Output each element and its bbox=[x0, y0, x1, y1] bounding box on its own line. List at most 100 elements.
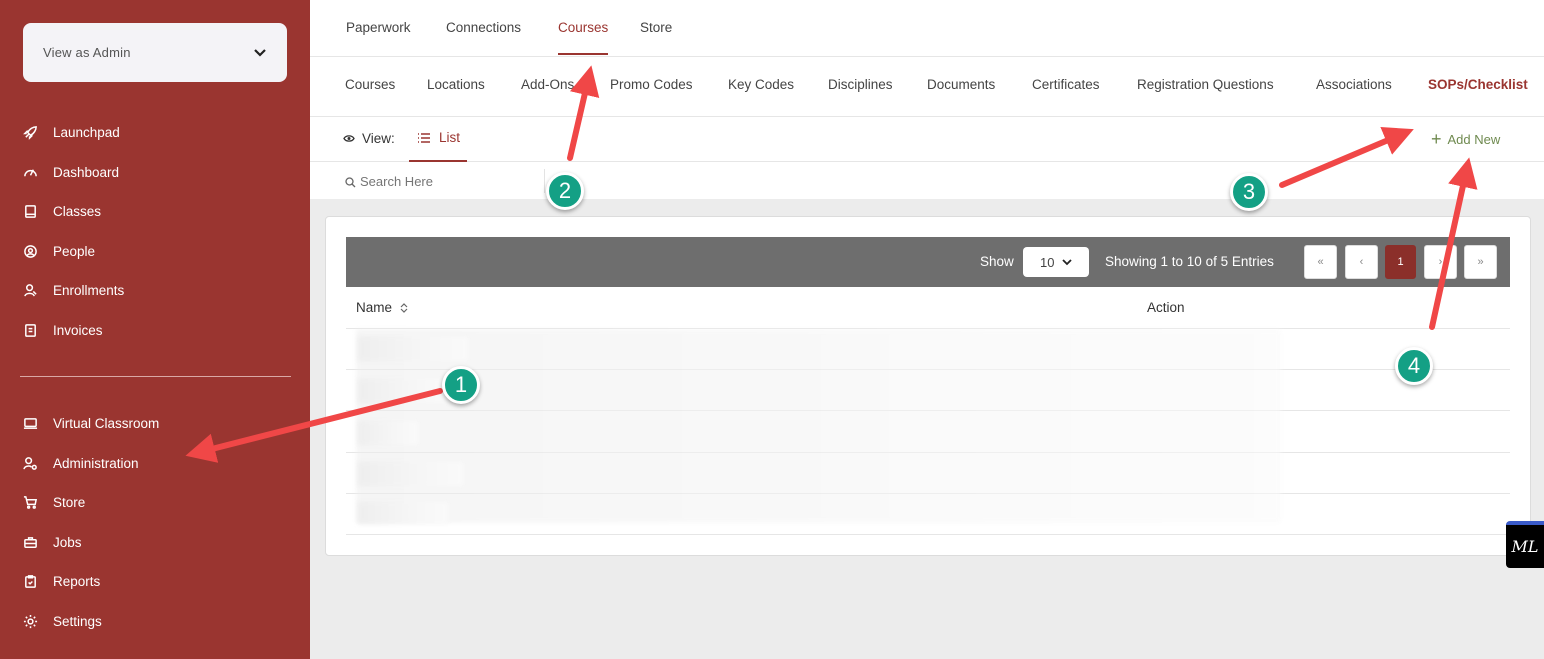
annotation-badge-2: 2 bbox=[546, 172, 584, 210]
tab-connections[interactable]: Connections bbox=[446, 20, 521, 35]
table-row[interactable] bbox=[358, 421, 418, 445]
table-row[interactable] bbox=[358, 462, 463, 486]
next-page-button[interactable]: › bbox=[1424, 245, 1457, 279]
search-bar bbox=[310, 162, 1544, 199]
table-row[interactable] bbox=[358, 502, 448, 524]
redacted-rows bbox=[356, 329, 1281, 523]
cart-icon bbox=[22, 494, 38, 510]
table-card: Show 10 Showing 1 to 10 of 5 Entries « ‹… bbox=[325, 216, 1531, 556]
user-gear-icon bbox=[22, 455, 38, 471]
annotation-badge-3: 3 bbox=[1230, 173, 1268, 211]
subtab-disciplines[interactable]: Disciplines bbox=[828, 77, 893, 92]
search-icon bbox=[345, 177, 356, 188]
table-row[interactable] bbox=[358, 379, 448, 403]
book-icon bbox=[22, 203, 38, 219]
tab-paperwork[interactable]: Paperwork bbox=[346, 20, 411, 35]
tab-store[interactable]: Store bbox=[640, 20, 672, 35]
search-divider bbox=[544, 169, 545, 193]
top-tabs: Paperwork Connections Courses Store bbox=[310, 0, 1544, 57]
rocket-icon bbox=[22, 124, 38, 140]
subtab-documents[interactable]: Documents bbox=[927, 77, 995, 92]
add-new-button[interactable]: + Add New bbox=[1431, 128, 1500, 150]
screen-icon bbox=[22, 415, 38, 431]
add-new-label: Add New bbox=[1447, 131, 1501, 147]
sidebar-item-settings[interactable]: Settings bbox=[22, 610, 102, 632]
main-content: Paperwork Connections Courses Store Cour… bbox=[310, 0, 1544, 659]
table-toolbar: Show 10 Showing 1 to 10 of 5 Entries « ‹… bbox=[346, 237, 1510, 287]
subtab-associations[interactable]: Associations bbox=[1316, 77, 1392, 92]
user-circle-icon bbox=[22, 243, 38, 259]
search-input[interactable] bbox=[360, 170, 540, 192]
sidebar-item-label: Invoices bbox=[53, 322, 103, 338]
sidebar-item-jobs[interactable]: Jobs bbox=[22, 531, 82, 553]
entries-info: Showing 1 to 10 of 5 Entries bbox=[1105, 254, 1274, 269]
last-page-button[interactable]: » bbox=[1464, 245, 1497, 279]
sidebar-item-label: Administration bbox=[53, 455, 139, 471]
list-icon bbox=[418, 133, 430, 143]
gauge-icon bbox=[22, 164, 38, 180]
view-label: View: bbox=[362, 131, 395, 146]
subtab-promo-codes[interactable]: Promo Codes bbox=[610, 77, 693, 92]
briefcase-icon bbox=[22, 534, 38, 550]
view-bar: View: List + Add New bbox=[310, 117, 1544, 162]
user-icon bbox=[22, 282, 38, 298]
column-header-name[interactable]: Name bbox=[356, 300, 408, 315]
sidebar-item-label: Launchpad bbox=[53, 124, 120, 140]
sort-icon bbox=[400, 302, 408, 313]
sidebar-item-enrollments[interactable]: Enrollments bbox=[22, 279, 124, 301]
sidebar-item-label: Jobs bbox=[53, 534, 82, 550]
sidebar-item-people[interactable]: People bbox=[22, 240, 95, 262]
first-page-button[interactable]: « bbox=[1304, 245, 1337, 279]
sub-tabs: Courses Locations Add-Ons Promo Codes Ke… bbox=[310, 57, 1544, 117]
sidebar-item-virtual-classroom[interactable]: Virtual Classroom bbox=[22, 412, 159, 434]
table-row-divider bbox=[346, 534, 1510, 535]
clipboard-icon bbox=[22, 573, 38, 589]
sidebar-item-label: Classes bbox=[53, 203, 102, 219]
sidebar-item-label: Settings bbox=[53, 613, 102, 629]
page-size-select[interactable]: 10 bbox=[1023, 247, 1089, 277]
sidebar: View as Admin Launchpad Dashboard Classe… bbox=[0, 0, 310, 659]
column-name-label: Name bbox=[356, 300, 393, 315]
sidebar-item-invoices[interactable]: Invoices bbox=[22, 319, 103, 341]
eye-icon bbox=[343, 135, 355, 142]
show-label: Show bbox=[980, 254, 1014, 269]
sidebar-item-classes[interactable]: Classes bbox=[22, 200, 101, 222]
subtab-certificates[interactable]: Certificates bbox=[1032, 77, 1100, 92]
subtab-courses[interactable]: Courses bbox=[345, 77, 395, 92]
subtab-key-codes[interactable]: Key Codes bbox=[728, 77, 794, 92]
current-page-button[interactable]: 1 bbox=[1385, 245, 1416, 279]
sidebar-item-label: People bbox=[53, 243, 96, 259]
chevron-down-icon bbox=[1062, 258, 1073, 265]
role-select-label: View as Admin bbox=[43, 45, 131, 60]
plus-icon: + bbox=[1431, 129, 1442, 149]
sidebar-divider bbox=[20, 376, 291, 377]
gear-icon bbox=[22, 613, 38, 629]
sidebar-item-dashboard[interactable]: Dashboard bbox=[22, 161, 119, 183]
sidebar-item-label: Store bbox=[53, 494, 86, 510]
sidebar-item-label: Reports bbox=[53, 573, 101, 589]
view-list-tab[interactable]: List bbox=[409, 117, 467, 162]
tab-courses[interactable]: Courses bbox=[558, 20, 609, 55]
subtab-add-ons[interactable]: Add-Ons bbox=[521, 77, 574, 92]
sidebar-item-administration[interactable]: Administration bbox=[22, 452, 139, 474]
subtab-registration-questions[interactable]: Registration Questions bbox=[1137, 77, 1274, 92]
annotation-badge-1: 1 bbox=[442, 366, 480, 404]
view-list-label: List bbox=[439, 130, 461, 145]
sidebar-item-label: Enrollments bbox=[53, 282, 125, 298]
sidebar-item-reports[interactable]: Reports bbox=[22, 570, 100, 592]
sidebar-item-label: Dashboard bbox=[53, 164, 120, 180]
annotation-badge-4: 4 bbox=[1395, 347, 1433, 385]
subtab-locations[interactable]: Locations bbox=[427, 77, 485, 92]
subtab-sops-checklist[interactable]: SOPs/Checklist bbox=[1428, 77, 1528, 92]
role-select[interactable]: View as Admin bbox=[23, 23, 287, 82]
table-row[interactable] bbox=[358, 337, 468, 361]
sidebar-item-label: Virtual Classroom bbox=[53, 415, 160, 431]
invoice-icon bbox=[22, 322, 38, 338]
prev-page-button[interactable]: ‹ bbox=[1345, 245, 1378, 279]
sidebar-item-store[interactable]: Store bbox=[22, 491, 85, 513]
column-header-action: Action bbox=[1147, 300, 1185, 315]
chevron-down-icon bbox=[254, 48, 266, 57]
page-size-value: 10 bbox=[1040, 254, 1055, 270]
sidebar-item-launchpad[interactable]: Launchpad bbox=[22, 121, 120, 143]
ml-widget-button[interactable]: ML bbox=[1506, 521, 1544, 568]
